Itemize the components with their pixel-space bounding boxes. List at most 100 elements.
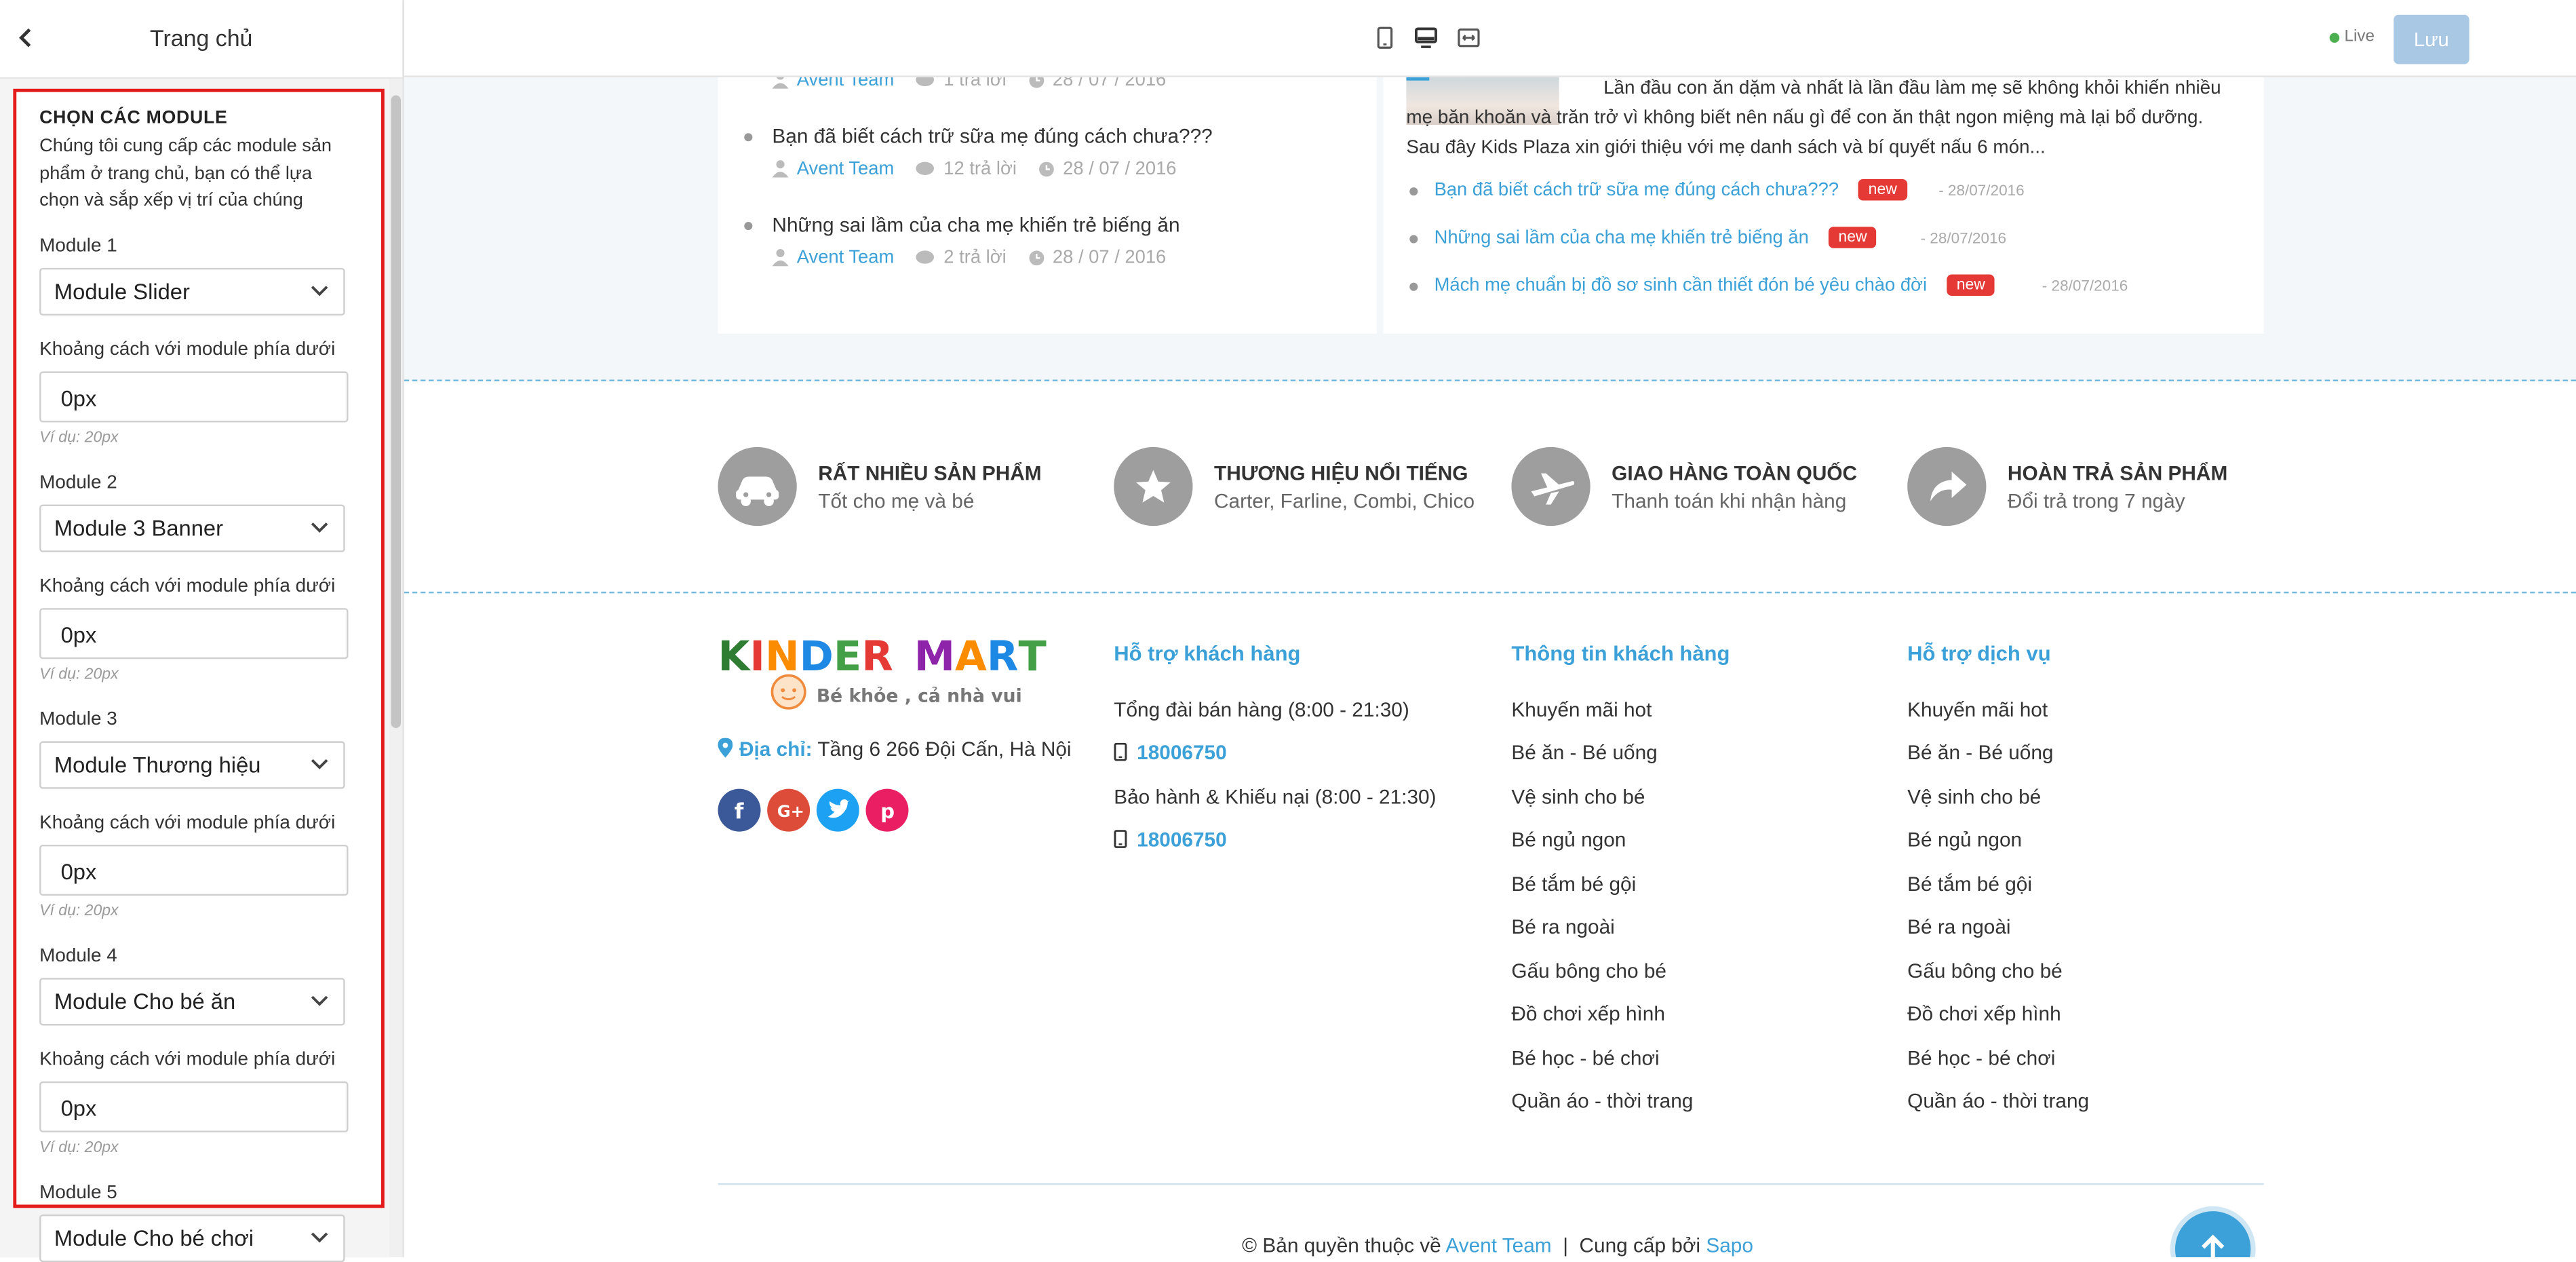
footer-link[interactable]: Đồ chơi xếp hình [1907,1003,2061,1026]
footer-link[interactable]: Quần áo - thời trang [1511,1090,1693,1113]
twitter-icon[interactable] [816,788,859,832]
footer-link[interactable]: Bé học - bé chơi [1907,1047,2055,1070]
footer-link[interactable]: Bé ăn - Bé uống [1907,741,2053,764]
news-title[interactable]: Bạn đã biết cách trữ sữa mẹ đúng cách ch… [1435,180,1839,200]
footer-link[interactable]: Khuyến mãi hot [1511,698,1652,721]
module-4-select[interactable]: Module Cho bé ăn [39,978,345,1026]
module-3-spacing-hint: Ví dụ: 20px [39,902,119,921]
module-3-label: Module 3 [39,710,117,730]
kinder-mart-logo[interactable]: KINDER MART Bé khỏe , cả nhà vui [718,631,1047,723]
module-2-spacing-input[interactable]: 0px [39,608,349,659]
google-plus-icon[interactable]: G+ [767,788,811,832]
feature-subtitle: Carter, Farline, Combi, Chico [1214,489,1475,513]
blog-title[interactable]: Bạn đã biết cách trữ sữa mẹ đúng cách ch… [772,125,1212,148]
module-1-spacing-input[interactable]: 0px [39,371,349,423]
footer-link[interactable]: Đồ chơi xếp hình [1511,1003,1665,1026]
module-2-select[interactable]: Module 3 Banner [39,504,345,552]
blog-title[interactable]: Những sai lầm của cha mẹ khiến trẻ biếng… [772,214,1179,237]
back-to-top-button[interactable] [2174,1211,2251,1257]
share-arrow-icon [1907,446,1987,527]
customer-info-heading: Thông tin khách hàng [1511,640,1730,666]
footer-link[interactable]: Bé ngủ ngon [1907,828,2022,852]
svg-text:f: f [735,799,744,824]
back-arrow-icon[interactable] [13,20,39,56]
address-label: Địa chỉ: [739,738,813,761]
blog-meta: Avent Team 1 trả lời 28 / 07 / 2016 [772,77,1166,90]
bullet [1409,235,1418,244]
footer-link[interactable]: Vệ sinh cho bé [1907,786,2041,809]
module-4-spacing-input[interactable]: 0px [39,1081,349,1132]
blog-author[interactable]: Avent Team [797,77,895,90]
warranty-phone-number[interactable]: 18006750 [1137,828,1227,852]
save-button[interactable]: Lưu [2394,14,2470,64]
footer-link[interactable]: Gấu bông cho bé [1511,960,1666,983]
footer-link[interactable]: Bé ra ngoài [1511,915,1614,938]
module-3-spacing-input[interactable]: 0px [39,845,349,896]
footer-link[interactable]: Bé tắm bé gội [1511,873,1636,896]
module-5-select[interactable]: Module Cho bé chơi [39,1215,345,1262]
sales-phone-number[interactable]: 18006750 [1137,741,1227,764]
footer-link[interactable]: Bé ngủ ngon [1511,828,1626,852]
module-2-spacing-value: 0px [60,623,97,648]
scrollbar-thumb[interactable] [391,95,402,729]
provider-link[interactable]: Sapo [1706,1234,1753,1257]
mobile-icon[interactable] [1373,26,1397,50]
module-5-label: Module 5 [39,1183,117,1204]
module-1-spacing-hint: Ví dụ: 20px [39,429,119,447]
news-link[interactable]: Những sai lầm của cha mẹ khiến trẻ biếng… [1435,227,1877,248]
blog-author[interactable]: Avent Team [797,248,895,268]
module-4-spacing-hint: Ví dụ: 20px [39,1139,119,1158]
footer-link[interactable]: Quần áo - thời trang [1907,1090,2089,1113]
footer-link[interactable]: Bé tắm bé gội [1907,873,2032,896]
copyright-owner-link[interactable]: Avent Team [1445,1234,1551,1257]
blog-author[interactable]: Avent Team [797,159,895,179]
feature-title: RẤT NHIỀU SẢN PHẨM [818,461,1042,485]
comment-icon [916,77,935,87]
desktop-icon[interactable] [1414,26,1438,50]
module-1-value: Module Slider [54,279,190,305]
chevron-down-icon [311,759,328,769]
module-4-value: Module Cho bé ăn [54,989,236,1014]
feature-subtitle: Đổi trả trong 7 ngày [2007,489,2185,513]
news-link[interactable]: Mách mẹ chuẩn bị đồ sơ sinh cần thiết đó… [1435,274,1995,296]
store-preview: Avent Team 1 trả lời 28 / 07 / 2016 Bạn … [404,77,2576,1257]
warranty-phone[interactable]: 18006750 [1114,828,1227,852]
feature-subtitle: Thanh toán khi nhận hàng [1612,489,1847,513]
clock-icon [1039,161,1054,177]
footer-link[interactable]: Bé học - bé chơi [1511,1047,1659,1070]
copyright-prefix: © Bản quyền thuộc về [1242,1234,1441,1257]
sales-phone[interactable]: 18006750 [1114,741,1227,764]
footer-link[interactable]: Vệ sinh cho bé [1511,786,1645,809]
news-title[interactable]: Những sai lầm của cha mẹ khiến trẻ biếng… [1435,229,1809,248]
bullet [1409,187,1418,196]
new-badge: new [1858,179,1907,201]
chevron-down-icon [311,995,328,1006]
module-3-select[interactable]: Module Thương hiệu [39,741,345,789]
svg-text:G+: G+ [777,802,804,821]
fullwidth-icon[interactable] [1457,26,1480,50]
live-status: Live [2344,28,2375,46]
blog-date: 28 / 07 / 2016 [1052,248,1167,268]
service-heading: Hỗ trợ dịch vụ [1907,640,2051,666]
panel-header: Trang chủ [0,0,403,79]
user-icon [772,160,789,178]
blog-replies: 12 trả lời [943,159,1017,180]
news-link[interactable]: Bạn đã biết cách trữ sữa mẹ đúng cách ch… [1435,179,1907,201]
facebook-icon[interactable]: f [718,788,761,832]
blog-replies: 2 trả lời [943,248,1007,268]
mobile-phone-icon [1114,742,1127,761]
news-title[interactable]: Mách mẹ chuẩn bị đồ sơ sinh cần thiết đó… [1435,276,1928,296]
svg-text:p: p [880,800,895,823]
section-divider [404,591,2576,594]
footer-link[interactable]: Bé ra ngoài [1907,915,2010,938]
footer-link[interactable]: Bé ăn - Bé uống [1511,741,1657,764]
bullet [744,133,753,142]
footer-link[interactable]: Khuyến mãi hot [1907,698,2048,721]
section-description: Chúng tôi cung cấp các module sản phẩm ở… [39,136,332,211]
module-1-select[interactable]: Module Slider [39,267,345,316]
footer-link[interactable]: Gấu bông cho bé [1907,960,2063,983]
section-divider [404,379,2576,381]
pinterest-icon[interactable]: p [865,788,909,832]
blog-replies: 1 trả lời [943,77,1007,91]
feature-title: HOÀN TRẢ SẢN PHẨM [2007,461,2228,485]
